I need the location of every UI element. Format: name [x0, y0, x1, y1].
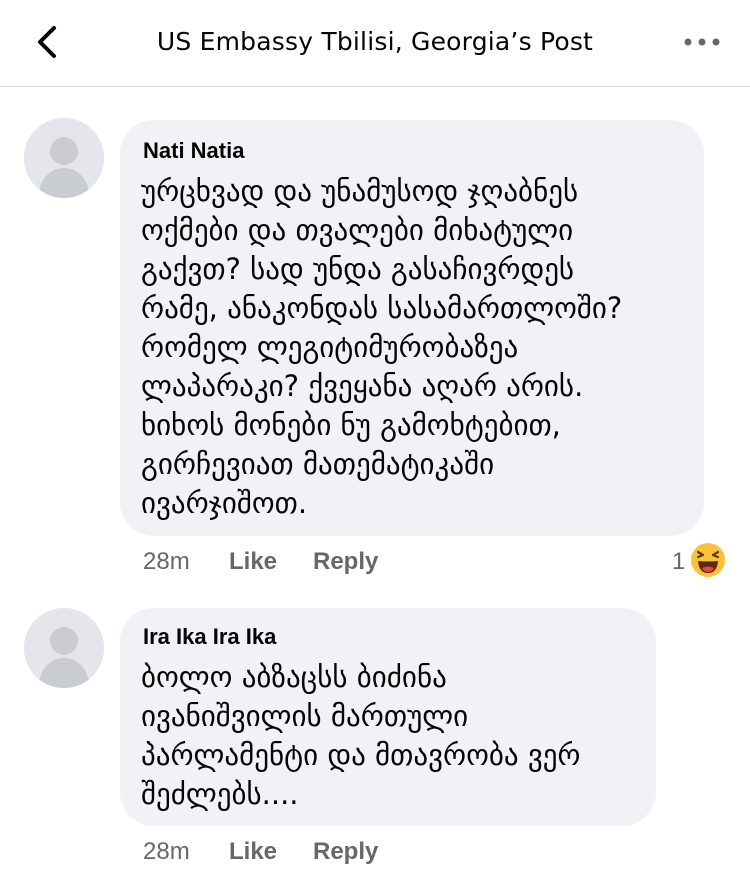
- top-bar: US Embassy Tbilisi, Georgia’s Post: [0, 0, 750, 87]
- like-button[interactable]: Like: [229, 548, 277, 576]
- like-button[interactable]: Like: [229, 838, 277, 866]
- comment-author[interactable]: Nati Natia: [143, 138, 244, 164]
- page-title: US Embassy Tbilisi, Georgia’s Post: [156, 27, 594, 56]
- reply-button[interactable]: Reply: [313, 548, 378, 576]
- comment-timestamp: 28m: [143, 838, 190, 865]
- comment-timestamp: 28m: [143, 548, 190, 575]
- more-horizontal-icon[interactable]: [682, 34, 722, 50]
- avatar[interactable]: [24, 608, 104, 688]
- laughing-emoji-icon[interactable]: [690, 542, 726, 578]
- default-avatar-icon: [24, 608, 104, 688]
- default-avatar-icon: [24, 118, 104, 198]
- comment-text: ურცხვად და უნამუსოდ ჯღაბნეს ოქმები და თვ…: [141, 174, 623, 520]
- reply-button[interactable]: Reply: [313, 838, 378, 866]
- comment-author[interactable]: Ira Ika Ira Ika: [143, 624, 276, 650]
- avatar[interactable]: [24, 118, 104, 198]
- comment-text: ბოლო აბზაცსს ბიძინა ივანიშვილის მართული …: [141, 660, 581, 811]
- reaction-count[interactable]: 1: [672, 548, 685, 576]
